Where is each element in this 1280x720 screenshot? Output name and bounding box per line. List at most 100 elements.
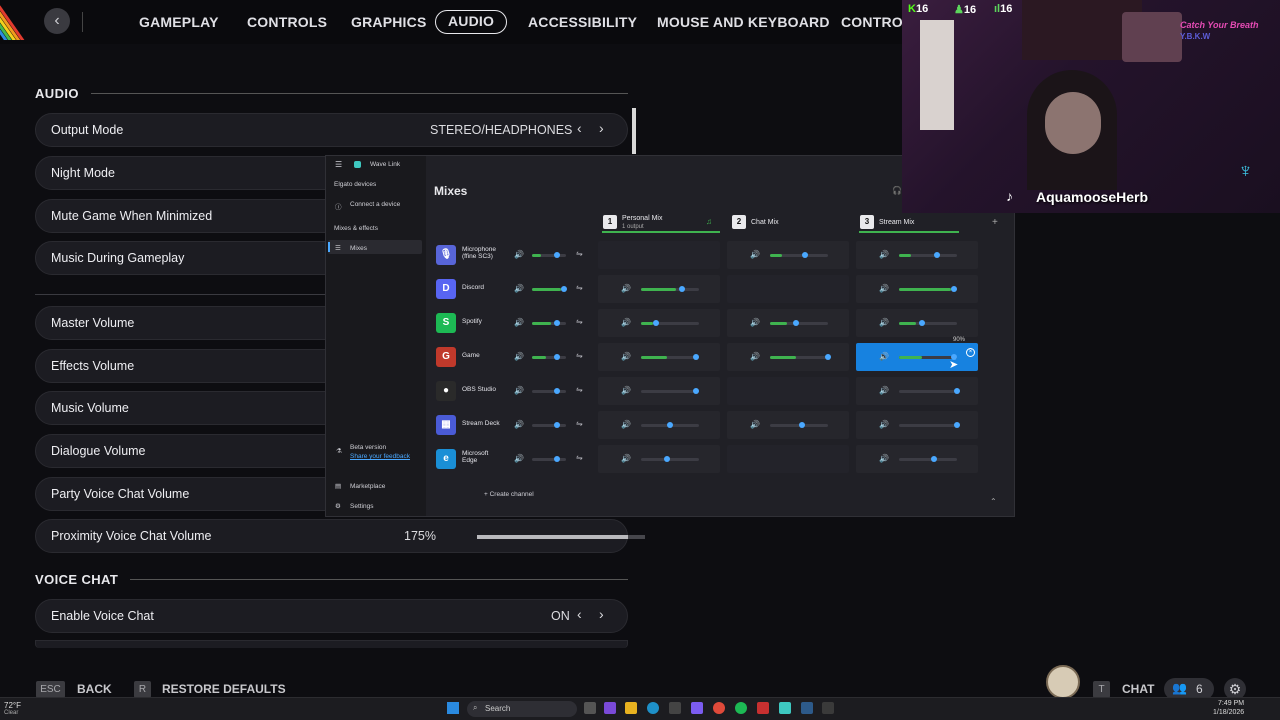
tab-mouse-keyboard[interactable]: MOUSE AND KEYBOARD (657, 10, 830, 34)
headphone-icon[interactable]: 🎧 (892, 186, 902, 195)
slider-knob[interactable] (560, 286, 567, 292)
effects-icon[interactable]: ⇋ (576, 317, 583, 326)
mix-volume-slider[interactable] (641, 388, 700, 394)
mix-cell[interactable]: 🔊 (856, 411, 978, 439)
chevron-left-icon[interactable]: ‹ (577, 606, 582, 622)
speaker-icon[interactable]: 🔊 (879, 352, 889, 361)
enable-voice-row[interactable]: Enable Voice Chat ON ‹ › (35, 599, 628, 633)
slider-knob[interactable] (664, 456, 671, 462)
mix-cell[interactable]: 🔊 (598, 343, 720, 371)
mix-volume-slider[interactable] (770, 252, 828, 258)
slider-knob[interactable] (554, 252, 561, 258)
source-volume-slider[interactable] (532, 252, 566, 258)
source-volume-slider[interactable] (532, 388, 566, 394)
speaker-icon[interactable]: 🔊 (879, 284, 889, 293)
slider-knob[interactable] (951, 286, 958, 292)
effects-icon[interactable]: ⇋ (576, 249, 583, 258)
source-row[interactable]: 🎙 Microphone (ffine SC3) 🔊 ⇋ (436, 241, 596, 269)
effects-icon[interactable]: ⇋ (576, 283, 583, 292)
speaker-icon[interactable]: 🔊 (750, 420, 760, 429)
source-row[interactable]: ▦ Stream Deck 🔊 ⇋ (436, 411, 596, 439)
chevron-right-icon[interactable]: › (599, 606, 604, 622)
mix-cell[interactable]: 🔊 (856, 445, 978, 473)
speaker-icon[interactable]: 🔊 (514, 420, 524, 429)
slider-knob[interactable] (793, 320, 800, 326)
source-volume-slider[interactable] (532, 422, 566, 428)
source-row[interactable]: G Game 🔊 ⇋ (436, 343, 596, 371)
mix-volume-slider[interactable] (641, 456, 699, 462)
marketplace-link[interactable]: Marketplace (350, 483, 385, 490)
mix-cell[interactable]: 🔊 (598, 275, 720, 303)
hamburger-icon[interactable]: ☰ (335, 160, 342, 169)
effects-icon[interactable]: ⇋ (576, 419, 583, 428)
tab-graphics[interactable]: GRAPHICS (351, 10, 427, 34)
slider-knob[interactable] (693, 354, 700, 360)
slider-knob[interactable] (799, 422, 805, 428)
tab-audio[interactable]: AUDIO (435, 10, 508, 34)
edge-icon[interactable] (647, 702, 659, 714)
app-icon[interactable] (604, 702, 616, 714)
chrome-icon[interactable] (713, 702, 725, 714)
speaker-icon[interactable]: 🔊 (514, 386, 524, 395)
speaker-icon[interactable]: 🔊 (514, 454, 524, 463)
wavelink-icon[interactable] (779, 702, 791, 714)
mix-volume-slider[interactable] (899, 252, 957, 258)
mix-volume-slider[interactable] (770, 320, 828, 326)
restore-defaults-button[interactable]: RESTORE DEFAULTS (162, 682, 286, 696)
mix-cell[interactable]: 🔊 (856, 343, 978, 371)
slider-knob[interactable] (554, 354, 561, 360)
back-button[interactable]: BACK (77, 682, 112, 696)
mix-cell[interactable]: 🔊 (727, 309, 849, 337)
slider-knob[interactable] (933, 252, 940, 258)
mix-volume-slider[interactable] (770, 354, 832, 360)
connect-device-link[interactable]: Connect a device (350, 201, 400, 208)
mix-volume-slider[interactable] (899, 286, 958, 292)
mixes-nav-item[interactable]: Mixes (350, 245, 367, 252)
tab-accessibility[interactable]: ACCESSIBILITY (528, 10, 637, 34)
slider-knob[interactable] (554, 388, 561, 394)
slider-knob[interactable] (554, 456, 561, 462)
output-mode-row[interactable]: Output Mode STEREO/HEADPHONES ‹ › (35, 113, 628, 147)
speaker-icon[interactable]: 🔊 (750, 318, 760, 327)
mix-volume-slider[interactable] (770, 422, 828, 428)
mix-volume-slider[interactable] (899, 422, 961, 428)
slider-knob[interactable] (693, 388, 700, 394)
speaker-icon[interactable]: 🔊 (514, 284, 524, 293)
mix-cell[interactable]: 🔊 (856, 241, 978, 269)
source-row[interactable]: S Spotify 🔊 ⇋ (436, 309, 596, 337)
slider-knob[interactable] (554, 422, 561, 428)
mix-volume-slider[interactable] (641, 354, 700, 360)
chevron-right-icon[interactable]: › (599, 120, 604, 136)
speaker-icon[interactable]: 🔊 (514, 318, 524, 327)
mix-cell[interactable]: 🔊 (598, 411, 720, 439)
steam-icon[interactable] (801, 702, 813, 714)
tab-gameplay[interactable]: GAMEPLAY (139, 10, 219, 34)
slider-knob[interactable] (554, 320, 561, 326)
speaker-icon[interactable]: 🔊 (621, 284, 631, 293)
create-channel-button[interactable]: + Create channel (484, 491, 534, 498)
source-row[interactable]: D Discord 🔊 ⇋ (436, 275, 596, 303)
source-row[interactable]: ● OBS Studio 🔊 ⇋ (436, 377, 596, 405)
mix-volume-slider[interactable] (899, 456, 957, 462)
search-box[interactable]: ⌕ Search (467, 701, 577, 717)
settings-link[interactable]: Settings (350, 503, 374, 510)
app-icon[interactable] (691, 702, 703, 714)
speaker-icon[interactable]: 🔊 (621, 420, 631, 429)
proximity-voice-row[interactable]: Proximity Voice Chat Volume 175% (35, 519, 645, 553)
add-mix-icon[interactable]: + (992, 217, 998, 228)
task-view-icon[interactable] (584, 702, 596, 714)
speaker-icon[interactable]: 🔊 (879, 454, 889, 463)
mix-volume-slider[interactable] (899, 388, 961, 394)
effects-icon[interactable]: ⇋ (576, 453, 583, 462)
speaker-icon[interactable]: 🔊 (750, 250, 760, 259)
scrollbar[interactable] (632, 108, 636, 154)
mix-volume-slider[interactable] (899, 320, 957, 326)
slider-knob[interactable] (652, 320, 659, 326)
windows-start-icon[interactable] (447, 702, 459, 714)
collapse-icon[interactable]: ⌃ (990, 497, 997, 506)
mix-volume-slider[interactable] (641, 320, 699, 326)
slider-knob[interactable] (954, 388, 961, 394)
chevron-left-icon[interactable]: ‹ (577, 120, 582, 136)
back-arrow-button[interactable]: ‹ (44, 8, 70, 34)
mix-cell[interactable]: 🔊 (727, 411, 849, 439)
